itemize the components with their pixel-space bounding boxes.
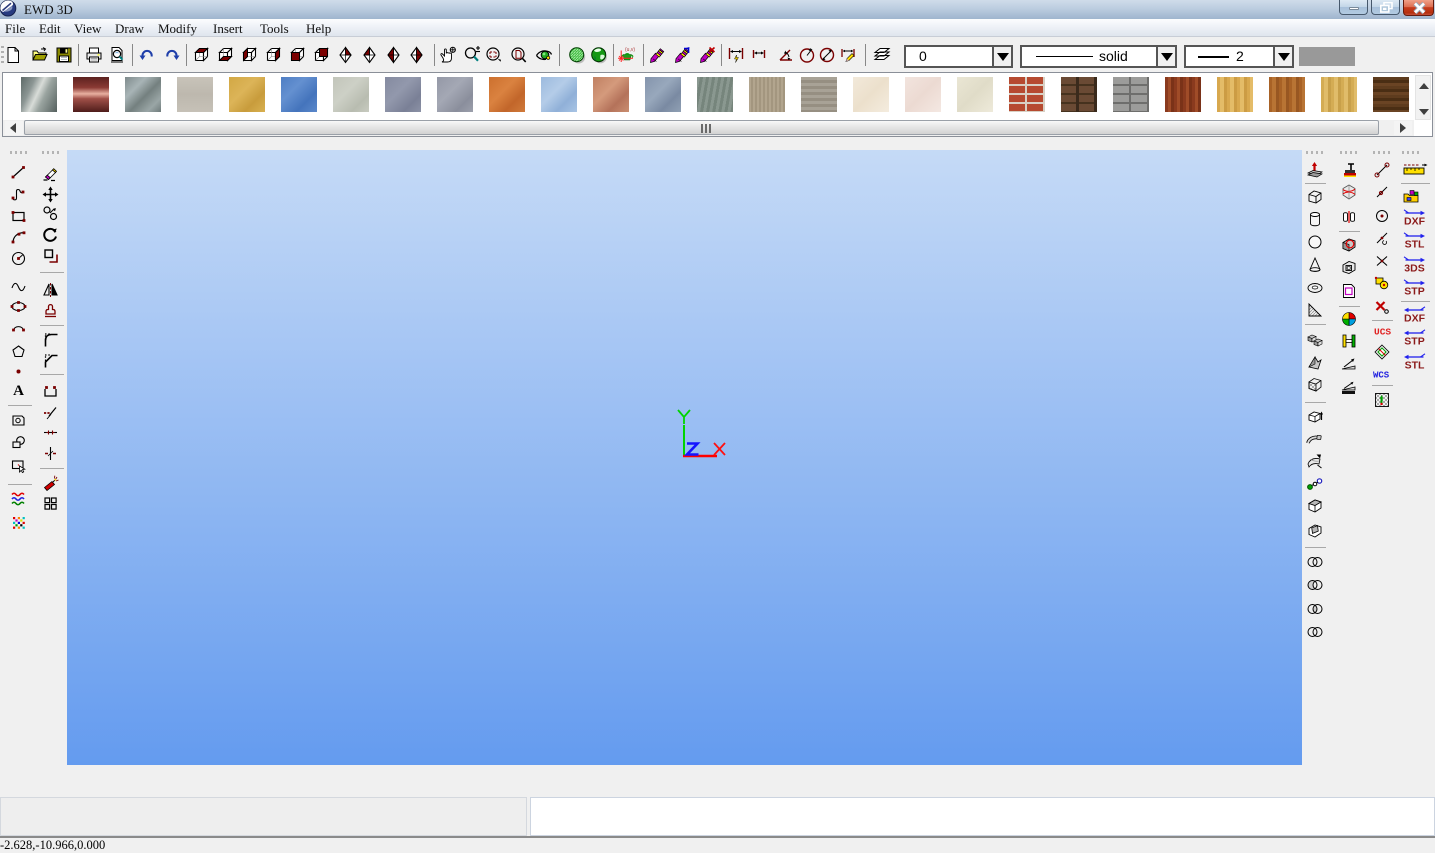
svg-text:DXF: DXF xyxy=(1404,216,1426,227)
svg-text:STP: STP xyxy=(1404,286,1424,297)
svg-text:UCS: UCS xyxy=(1374,327,1391,338)
svg-text:WCS: WCS xyxy=(1373,371,1390,381)
svg-text:DXF: DXF xyxy=(1404,313,1426,324)
svg-text:STL: STL xyxy=(1405,239,1425,250)
svg-text:STL: STL xyxy=(1405,360,1425,371)
svg-text:3DS: 3DS xyxy=(1404,263,1424,274)
svg-text:(u,v): (u,v) xyxy=(625,47,635,53)
svg-text:STP: STP xyxy=(1404,336,1424,347)
svg-text:A: A xyxy=(13,383,24,398)
